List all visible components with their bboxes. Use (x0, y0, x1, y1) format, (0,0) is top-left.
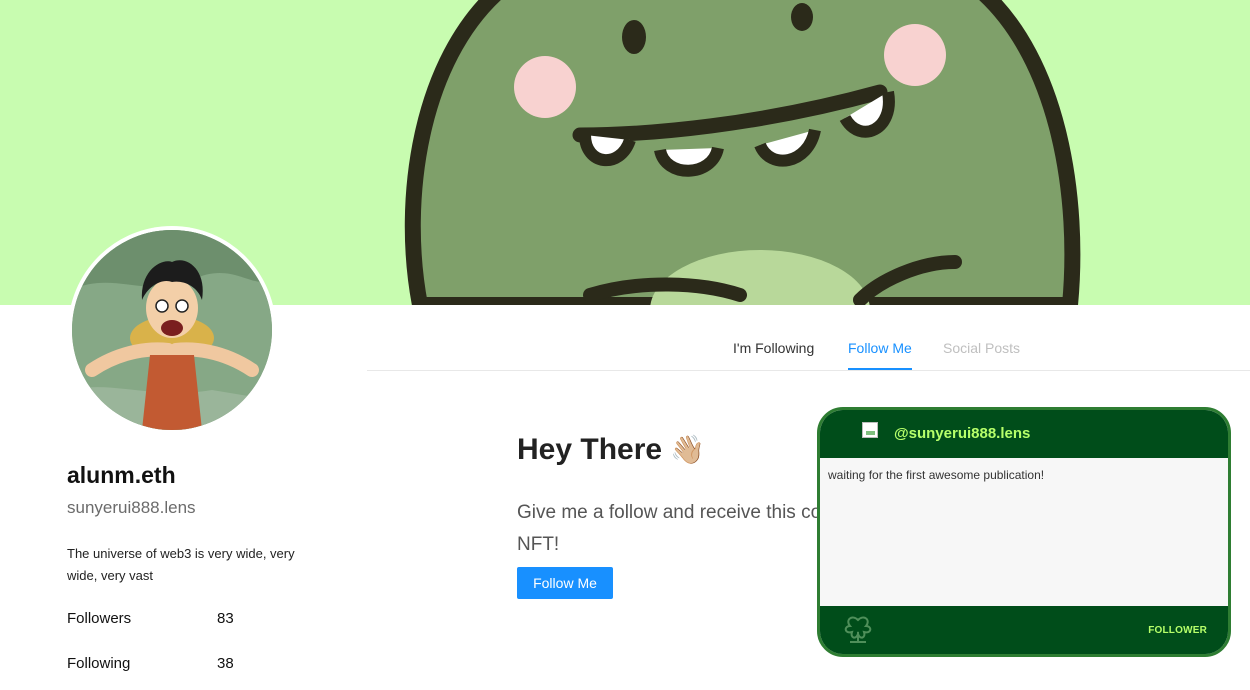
followers-label: Followers (67, 610, 132, 627)
tab-im-following[interactable]: I'm Following (733, 340, 814, 356)
following-count: 38 (217, 655, 234, 672)
followers-count: 83 (217, 610, 234, 627)
tab-social-posts[interactable]: Social Posts (943, 340, 1020, 356)
lens-logo-icon (844, 616, 872, 643)
nft-card-footer-label: FOLLOWER (1148, 625, 1207, 636)
profile-handle: sunyerui888.lens (67, 498, 196, 517)
profile-bio: The universe of web3 is very wide, very … (67, 546, 295, 583)
tab-follow-me[interactable]: Follow Me (848, 340, 912, 356)
following-stat[interactable]: Following 38 (67, 655, 234, 672)
follow-me-button[interactable]: Follow Me (517, 567, 613, 599)
profile-name: alunm.eth (67, 462, 176, 488)
profile-avatar[interactable] (68, 226, 276, 434)
cartoon-avatar-illustration (72, 230, 272, 430)
following-label: Following (67, 655, 131, 672)
page-heading: Hey There 👋🏼 (517, 433, 705, 467)
follower-nft-card: @sunyerui888.lens waiting for the first … (817, 407, 1231, 657)
broken-image-icon (862, 422, 878, 438)
waving-hand-icon: 👋🏼 (670, 434, 705, 465)
tabs-divider (367, 370, 1250, 371)
nft-card-body: waiting for the first awesome publicatio… (820, 458, 1228, 608)
nft-card-footer: FOLLOWER (820, 606, 1228, 654)
heading-text: Hey There (517, 433, 663, 466)
nft-card-body-text: waiting for the first awesome publicatio… (828, 468, 1045, 482)
follow-prompt-text: Give me a follow and receive this cool N… (517, 502, 836, 555)
nft-card-handle: @sunyerui888.lens (894, 425, 1031, 442)
nft-card-header: @sunyerui888.lens (820, 410, 1228, 458)
avatar-image (72, 230, 272, 430)
followers-stat[interactable]: Followers 83 (67, 610, 234, 627)
